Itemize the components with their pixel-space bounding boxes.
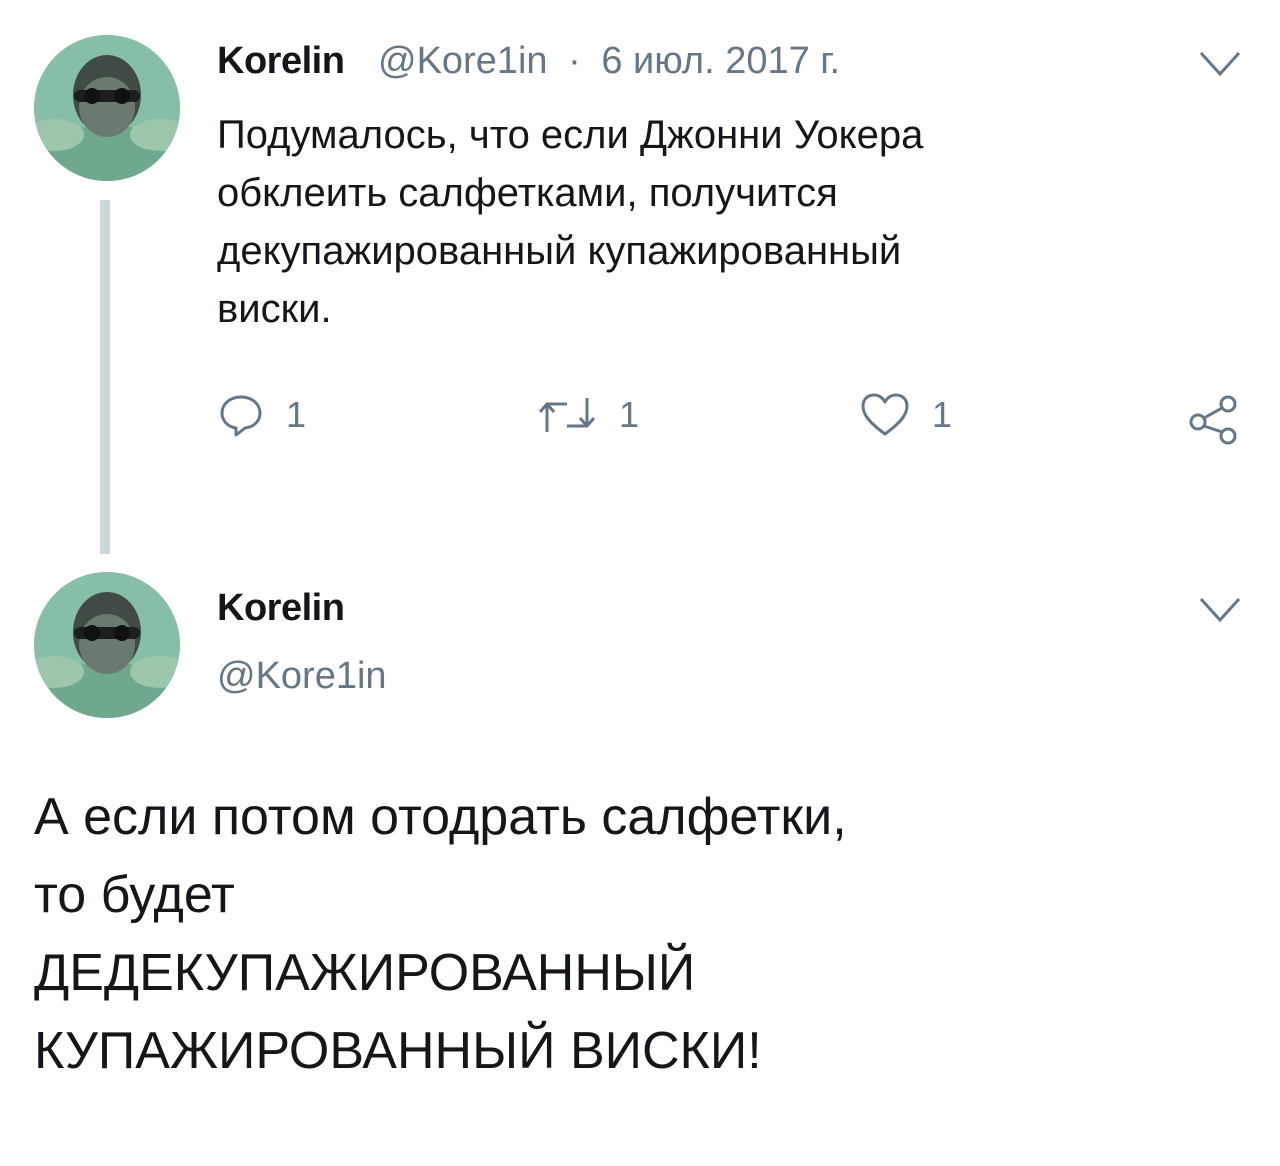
retweet-button[interactable]: 1 — [537, 392, 639, 438]
reply-avatar[interactable] — [34, 572, 180, 718]
avatar-swimmer-image — [34, 35, 180, 181]
reply-icon — [220, 395, 262, 437]
author-name[interactable]: Korelin — [217, 40, 345, 83]
meta-separator: · — [568, 40, 581, 82]
reply-button[interactable]: 1 — [218, 392, 306, 438]
tweet-actions: 1 1 1 — [0, 392, 1280, 452]
reply-count: 1 — [286, 394, 307, 435]
share-icon — [1189, 395, 1237, 445]
avatar[interactable] — [34, 35, 180, 181]
heart-icon — [861, 393, 909, 436]
tweet-date[interactable]: 6 июл. 2017 г. — [601, 40, 840, 82]
reply-author-handle[interactable]: @Kore1in — [217, 655, 387, 698]
avatar-swimmer-image — [34, 572, 180, 718]
like-count: 1 — [932, 394, 953, 435]
chevron-down-icon[interactable] — [1198, 596, 1242, 624]
tweet-meta: @Kore1in · 6 июл. 2017 г. — [378, 40, 840, 83]
like-button[interactable]: 1 — [860, 392, 952, 438]
chevron-down-icon[interactable] — [1198, 50, 1242, 78]
author-handle[interactable]: @Kore1in — [378, 40, 548, 82]
thread-connector-line — [100, 200, 110, 554]
share-button[interactable] — [1186, 392, 1242, 448]
retweet-icon — [538, 398, 596, 432]
reply-text: А если потом отодрать салфетки, то будет… — [34, 788, 847, 1080]
retweet-count: 1 — [619, 394, 640, 435]
reply-author-name[interactable]: Korelin — [217, 587, 345, 630]
tweet-text: Подумалось, что если Джонни Уокера обкле… — [217, 113, 924, 331]
